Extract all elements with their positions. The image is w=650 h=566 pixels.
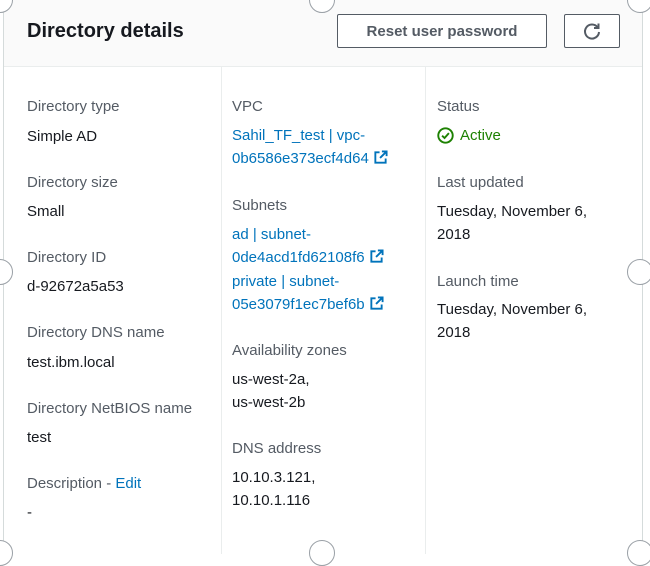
refresh-icon [584, 23, 600, 40]
description-label: Description - Edit [27, 475, 141, 492]
directory-size-value: Small [27, 203, 65, 220]
subnet-private-line-1: private | subnet- [232, 273, 340, 290]
status-text: Active [460, 127, 501, 144]
last-updated-line-2: 2018 [437, 226, 471, 243]
availability-zones-value: us-west-2a, us-west-2b [232, 368, 310, 414]
reset-user-password-button[interactable]: Reset user password [337, 14, 547, 48]
vpc-label: VPC [232, 98, 263, 115]
vpc-link-line-2: 0b6586e373ecf4d64 [232, 147, 388, 170]
external-link-icon [370, 296, 384, 310]
external-link-icon [370, 249, 384, 263]
launch-time-line-1: Tuesday, November 6, [437, 301, 588, 318]
directory-type-label: Directory type [27, 98, 120, 115]
description-edit-link[interactable]: Edit [115, 475, 141, 492]
subnet-ad-id: 0de4acd1fd62108f6 [232, 249, 365, 266]
availability-zones-label: Availability zones [232, 342, 347, 359]
launch-time-line-2: 2018 [437, 324, 471, 341]
dns-address-value: 10.10.3.121, 10.10.1.116 [232, 466, 315, 512]
resize-handle-bottom[interactable] [309, 540, 335, 566]
launch-time-label: Launch time [437, 273, 519, 290]
subnet-ad-link[interactable]: ad | subnet- 0de4acd1fd62108f6 [232, 223, 384, 269]
directory-type-value: Simple AD [27, 128, 98, 145]
launch-time-value: Tuesday, November 6, 2018 [437, 298, 587, 344]
directory-netbios-name-label: Directory NetBIOS name [27, 400, 193, 417]
directory-dns-name-label: Directory DNS name [27, 324, 165, 341]
status-label: Status [437, 98, 480, 115]
vpc-link[interactable]: Sahil_TF_test | vpc- 0b6586e373ecf4d64 [232, 124, 388, 170]
status-value: Active [437, 124, 501, 147]
last-updated-label: Last updated [437, 174, 524, 191]
vpc-link-line-1: Sahil_TF_test | vpc- [232, 127, 366, 144]
subnets-label: Subnets [232, 197, 288, 214]
subnet-private-id: 05e3079f1ec7bef6b [232, 296, 365, 313]
availability-zone-1: us-west-2a, [232, 371, 310, 388]
subnet-ad-line-2: 0de4acd1fd62108f6 [232, 246, 384, 269]
directory-id-label: Directory ID [27, 249, 107, 266]
resize-handle-bottom-right[interactable] [627, 540, 650, 566]
check-circle-icon [437, 127, 454, 144]
last-updated-line-1: Tuesday, November 6, [437, 203, 588, 220]
subnet-ad-line-1: ad | subnet- [232, 226, 311, 243]
availability-zone-2: us-west-2b [232, 394, 306, 411]
description-label-text: Description - [27, 475, 116, 492]
vpc-link-id: 0b6586e373ecf4d64 [232, 150, 369, 167]
subnet-private-line-2: 05e3079f1ec7bef6b [232, 293, 384, 316]
subnet-private-link[interactable]: private | subnet- 05e3079f1ec7bef6b [232, 270, 384, 316]
directory-details-panel: Directory details Reset user password Di… [3, 0, 643, 554]
directory-dns-name-value: test.ibm.local [27, 354, 115, 371]
dns-address-1: 10.10.3.121, [232, 469, 316, 486]
directory-size-label: Directory size [27, 174, 118, 191]
resize-handle-right[interactable] [627, 259, 650, 285]
external-link-icon [374, 150, 388, 164]
refresh-button[interactable] [564, 14, 620, 48]
details-column-3: Status Active Last updated Tuesday, Nove… [425, 67, 644, 554]
description-value: - [27, 504, 32, 521]
details-column-2: VPC Sahil_TF_test | vpc- 0b6586e373ecf4d… [221, 67, 425, 554]
dns-address-label: DNS address [232, 440, 322, 457]
directory-id-value: d-92672a5a53 [27, 278, 124, 295]
directory-netbios-name-value: test [27, 429, 52, 446]
panel-title: Directory details [27, 20, 184, 42]
details-column-1: Directory type Simple AD Directory size … [4, 67, 221, 554]
last-updated-value: Tuesday, November 6, 2018 [437, 200, 587, 246]
dns-address-2: 10.10.1.116 [232, 492, 311, 509]
